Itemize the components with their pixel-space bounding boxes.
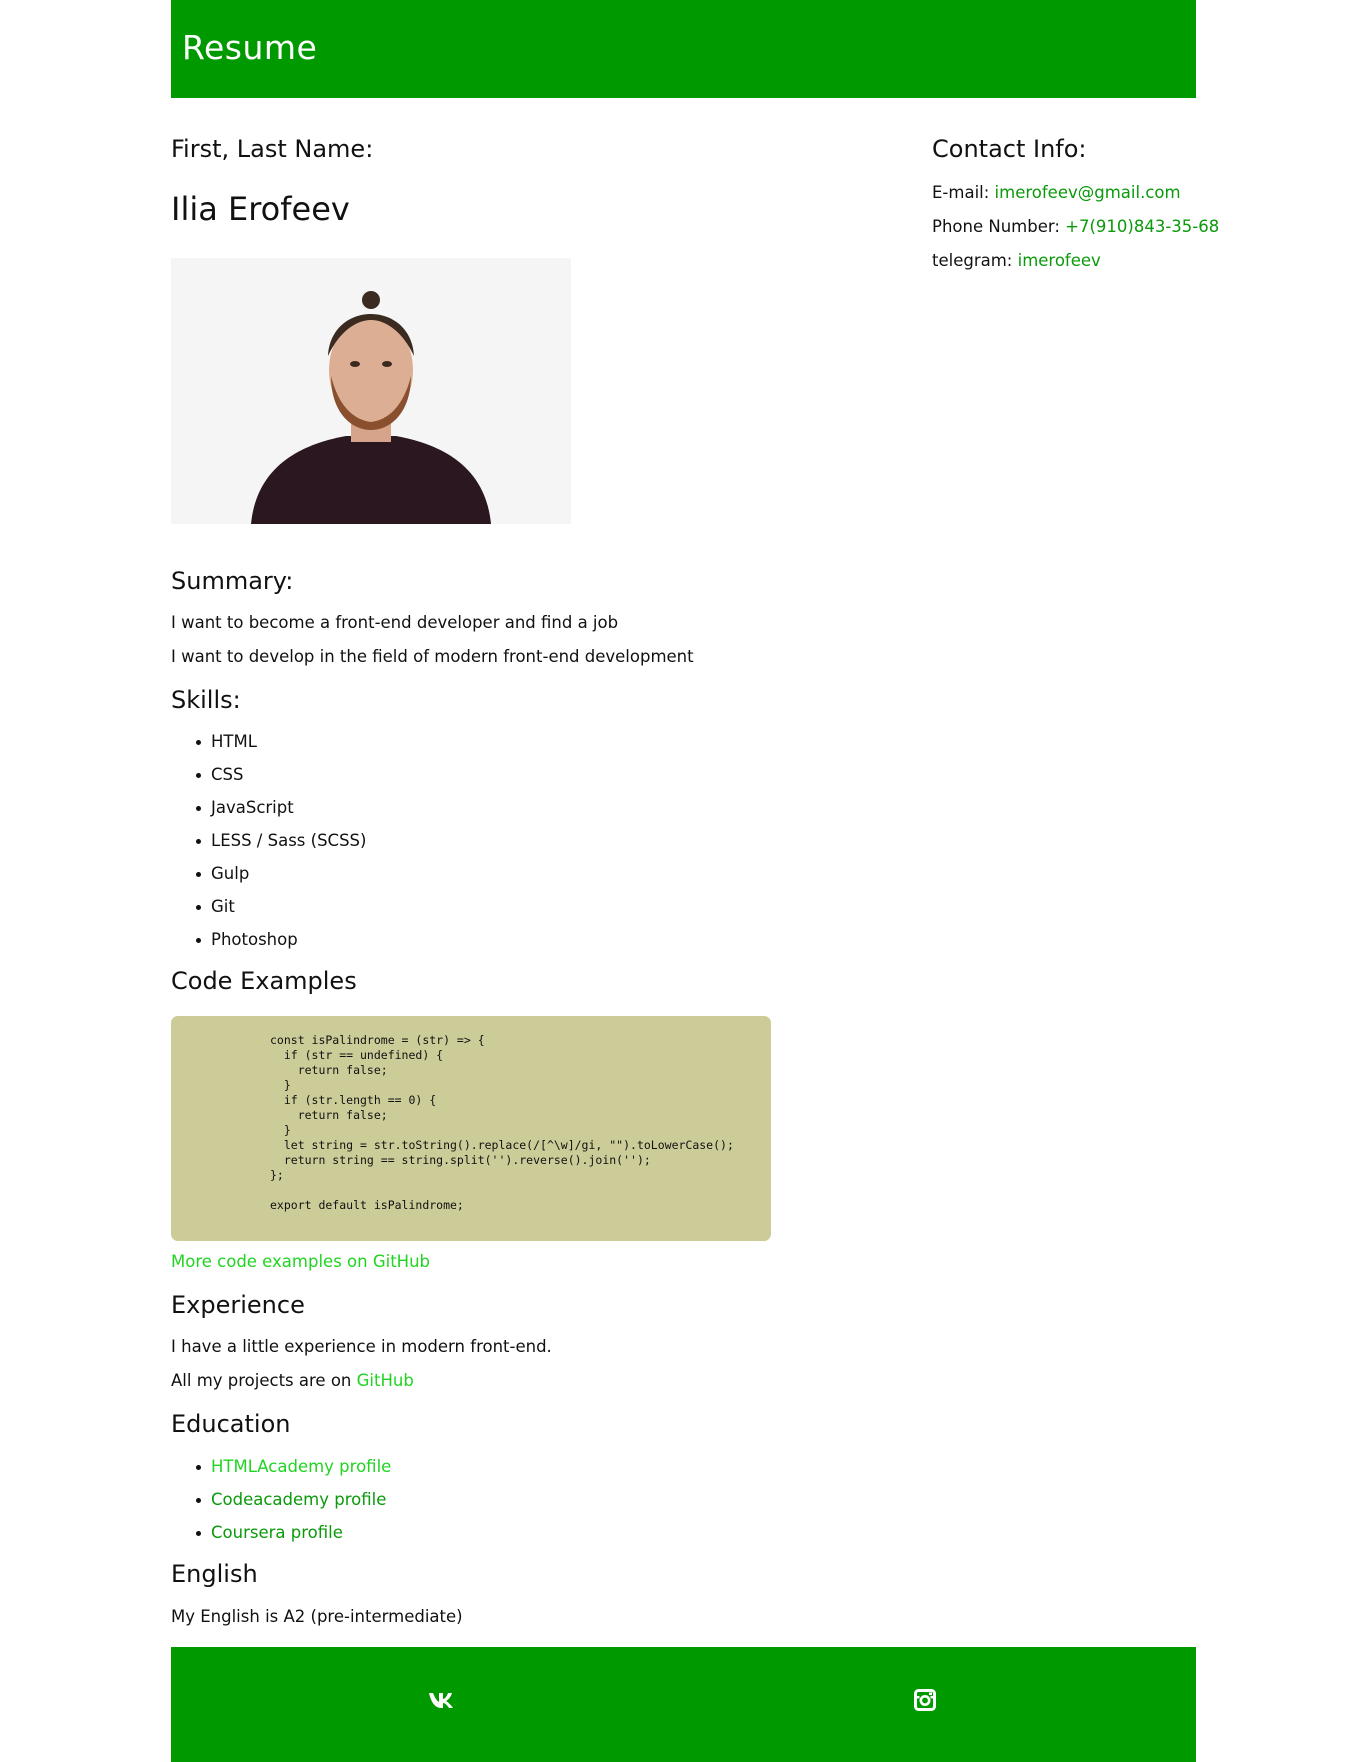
education-item: Coursera profile [171,1522,391,1555]
experience-heading: Experience [171,1291,305,1319]
summary-line-2: I want to develop in the field of modern… [171,647,694,666]
email-label: E-mail: [932,183,995,202]
htmlacademy-profile-link[interactable]: HTMLAcademy profile [211,1457,391,1476]
person-portrait [171,258,571,524]
github-projects-link[interactable]: GitHub [357,1371,414,1390]
phone-line: Phone Number: +7(910)843-35-68 [932,216,1219,238]
experience-line-2: All my projects are on GitHub [171,1370,414,1392]
english-heading: English [171,1560,258,1588]
phone-label: Phone Number: [932,217,1066,236]
email-link[interactable]: imerofeev@gmail.com [995,183,1181,202]
summary-heading: Summary: [171,567,294,595]
skill-item: Git [171,896,366,929]
skills-list: HTML CSS JavaScript LESS / Sass (SCSS) G… [171,731,366,962]
resume-page: Resume First, Last Name: Ilia Erofeev Su… [171,0,1219,1762]
telegram-label: telegram: [932,251,1018,270]
more-code-examples-link[interactable]: More code examples on GitHub [171,1252,430,1271]
education-item: HTMLAcademy profile [171,1456,391,1489]
skill-item: Gulp [171,863,366,896]
instagram-icon[interactable] [910,1685,940,1715]
skill-item: Photoshop [171,929,366,962]
skill-item: HTML [171,731,366,764]
skill-item: CSS [171,764,366,797]
footer-bar [171,1647,1196,1762]
telegram-link[interactable]: imerofeev [1018,251,1101,270]
education-heading: Education [171,1410,291,1438]
page-title: Resume [182,28,318,67]
english-line: My English is A2 (pre-intermediate) [171,1607,463,1626]
telegram-line: telegram: imerofeev [932,250,1101,272]
phone-link[interactable]: +7(910)843-35-68 [1065,217,1219,236]
skill-item: LESS / Sass (SCSS) [171,830,366,863]
coursera-profile-link[interactable]: Coursera profile [211,1523,343,1542]
header-bar: Resume [171,0,1196,98]
codeacademy-profile-link[interactable]: Codeacademy profile [211,1490,386,1509]
skills-heading: Skills: [171,686,241,714]
summary-line-1: I want to become a front-end developer a… [171,613,619,632]
education-item: Codeacademy profile [171,1489,391,1522]
email-line: E-mail: imerofeev@gmail.com [932,182,1181,204]
vk-icon[interactable] [427,1685,457,1715]
education-list: HTMLAcademy profile Codeacademy profile … [171,1456,391,1555]
code-examples-heading: Code Examples [171,967,357,995]
profile-photo [171,258,571,524]
skill-item: JavaScript [171,797,366,830]
contact-heading: Contact Info: [932,135,1087,163]
full-name: Ilia Erofeev [171,190,350,228]
name-heading: First, Last Name: [171,135,374,163]
experience-line-1: I have a little experience in modern fro… [171,1337,552,1356]
experience-line-2-text: All my projects are on [171,1371,357,1390]
code-snippet: const isPalindrome = (str) => { if (str … [270,1033,734,1212]
code-block: const isPalindrome = (str) => { if (str … [171,1016,771,1241]
